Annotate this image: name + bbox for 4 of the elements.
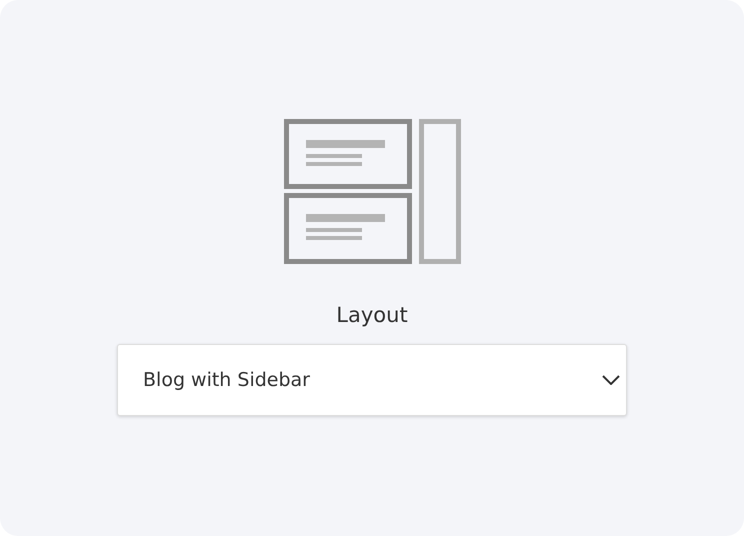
layout-icon (284, 119, 460, 264)
layout-dropdown[interactable]: Blog with Sidebar (117, 344, 627, 416)
field-label: Layout (336, 302, 408, 328)
chevron-down-icon (602, 375, 620, 385)
